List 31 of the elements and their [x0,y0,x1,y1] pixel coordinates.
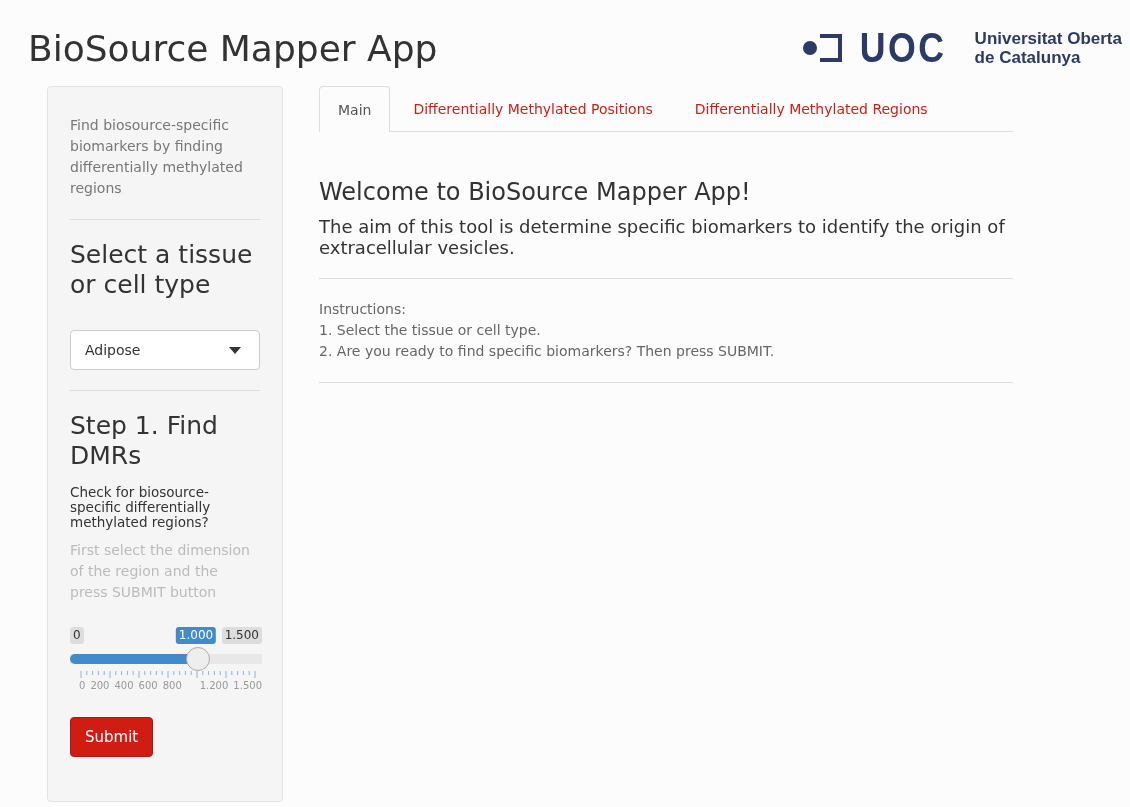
welcome-heading: Welcome to BioSource Mapper App! [319,178,752,206]
app-title: BioSource Mapper App [28,27,438,69]
instruction-line: 2. Are you ready to find specific biomarkers? Then press SUBMIT. [319,342,776,361]
tab[interactable]: Main [319,86,391,132]
tab[interactable]: Differentially Methylated Regions [675,86,947,131]
slider-handle[interactable] [186,647,211,671]
logo-name-line: de Catalunya [974,48,1082,67]
tick-label: 800 [162,680,182,691]
tick-label: 1.500 [233,680,262,691]
section-heading: Select a tissue or cell type [70,240,254,300]
tick-label: 400 [114,680,134,691]
logo-mark: UOC [859,24,947,72]
submit-button[interactable]: Submit [70,717,154,757]
caret-icon [229,346,241,354]
sidebar-description: Find biosource-specific biomarkers by finding differentially methylated regions [70,116,244,198]
tick-label: 200 [90,680,110,691]
intro-text: The aim of this tool is determine specific biomarkers to identify the origin of extracellular vesicles. [319,216,1007,258]
tab[interactable]: Differentially Methylated Positions [394,86,672,131]
slider-value-label: 1.000 [175,627,217,644]
instruction-line: Instructions: [319,300,407,319]
question-label: Check for biosource-specific differentially methylated regions? [70,485,212,530]
instruction-line: 1. Select the tissue or cell type. [319,321,542,340]
help-text: First select the dimension of the region and the press SUBMIT button [70,541,251,602]
tick-label: 1.200 [199,680,229,691]
tick-label: 600 [138,680,158,691]
tissue-dropdown[interactable]: Adipose [70,330,260,370]
logo-name-line: Universitat Oberta [974,29,1122,48]
slider-max-label: 1.500 [221,627,262,644]
tick-label: 0 [79,680,86,691]
slider-min-label: 0 [70,627,84,644]
section-heading: Step 1. Find DMRs [70,411,219,471]
